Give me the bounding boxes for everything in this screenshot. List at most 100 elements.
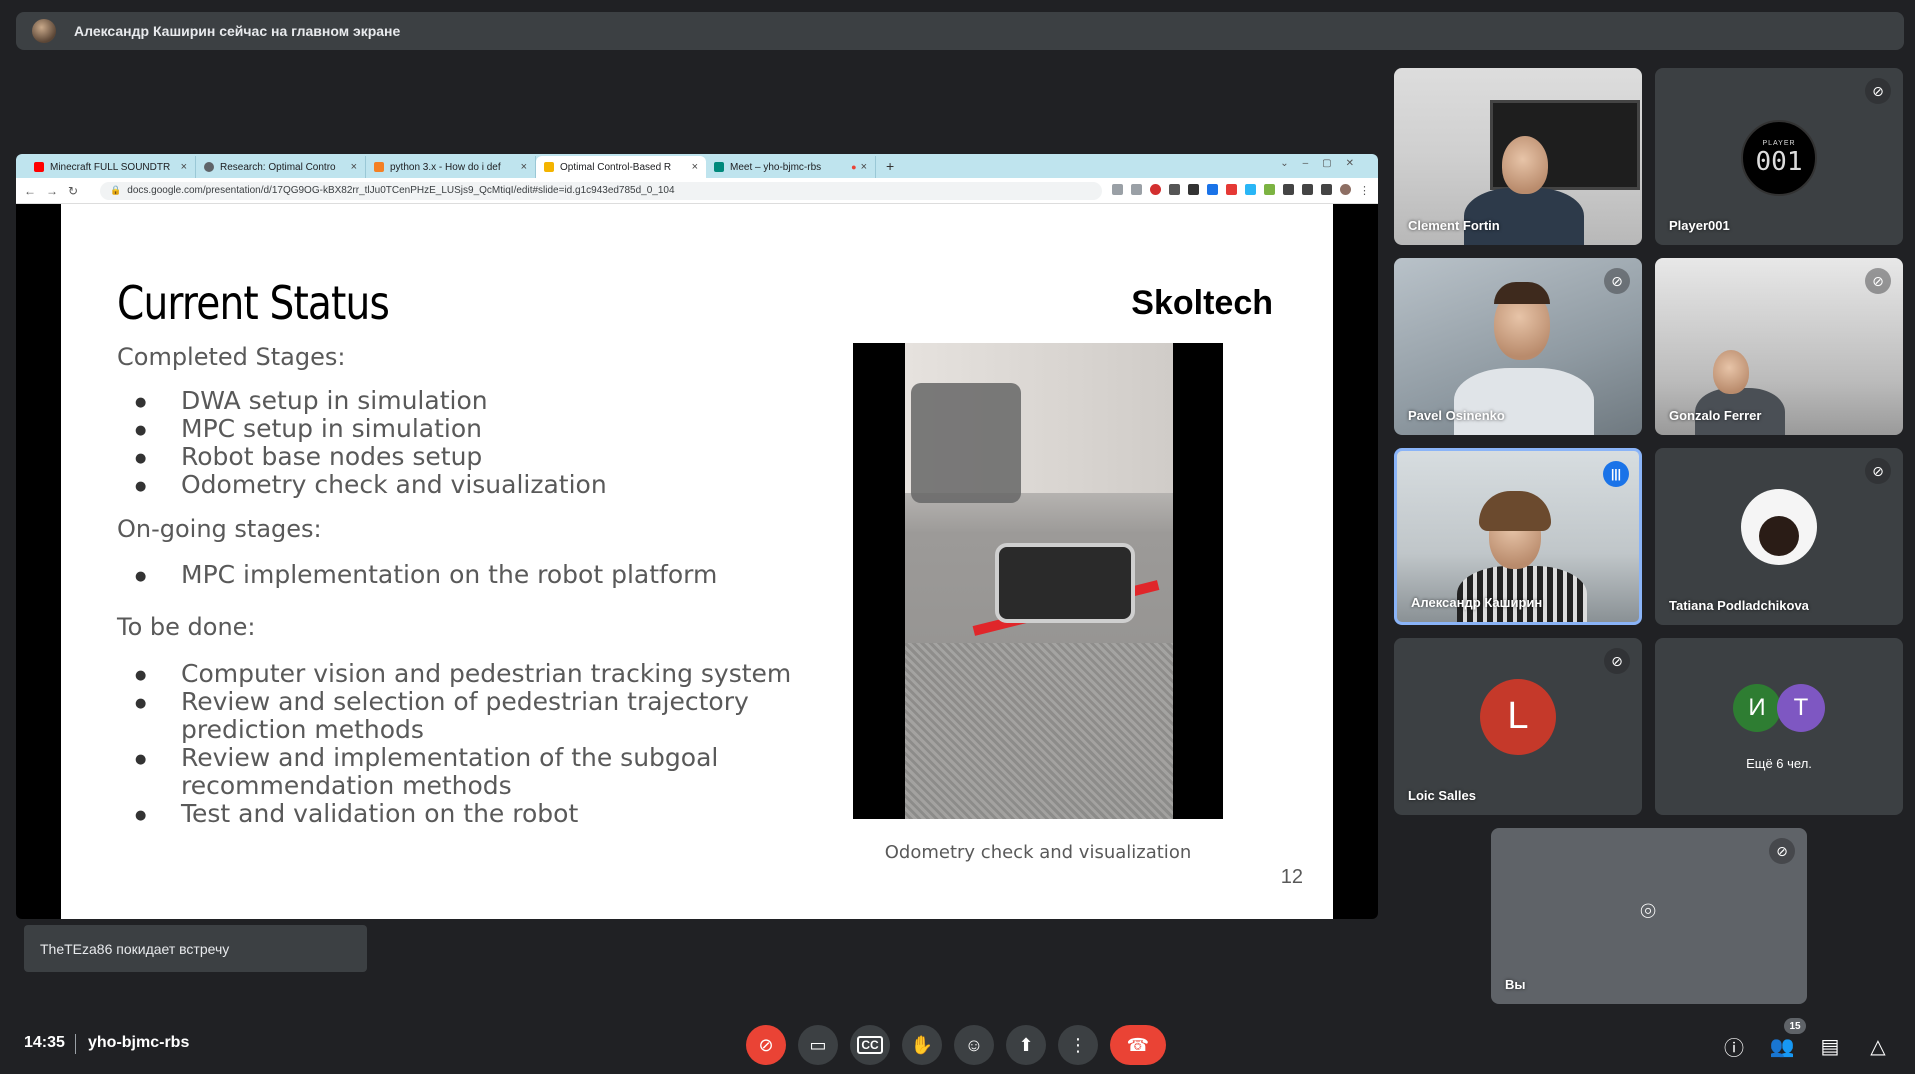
extension-icon[interactable] xyxy=(1188,184,1199,195)
hand-icon: ✋ xyxy=(910,1034,934,1055)
shield-icon[interactable] xyxy=(1207,184,1218,195)
puzzle-icon[interactable] xyxy=(1283,184,1294,195)
star-icon[interactable] xyxy=(1131,184,1142,195)
browser-tab[interactable]: Research: Optimal Contro × xyxy=(196,156,366,178)
ongoing-heading: On-going stages: xyxy=(117,515,322,543)
more-participants-tile[interactable]: И T Ещё 6 чел. xyxy=(1655,638,1903,815)
url-text: docs.google.com/presentation/d/17QG9OG-k… xyxy=(127,185,675,196)
bullet-item: Review and selection of pedestrian traje… xyxy=(135,688,749,719)
more-options-button[interactable]: ⋮ xyxy=(1058,1025,1098,1065)
photo-caption: Odometry check and visualization xyxy=(884,842,1192,863)
close-icon[interactable]: × xyxy=(351,161,357,173)
participant-avatar: T xyxy=(1777,684,1825,732)
address-bar-row: ←→↻ 🔒 docs.google.com/presentation/d/17Q… xyxy=(16,178,1378,204)
participant-tile[interactable]: ⊘ Tatiana Podladchikova xyxy=(1655,448,1903,625)
bullet-item: Review and implementation of the subgoal xyxy=(135,744,718,775)
meeting-info-button[interactable]: ⓘ xyxy=(1720,1032,1748,1060)
bullet-item: Robot base nodes setup xyxy=(135,443,482,474)
present-icon: ⬆ xyxy=(1018,1034,1034,1055)
extension-icon[interactable] xyxy=(1264,184,1275,195)
new-tab-icon[interactable]: + xyxy=(886,158,894,174)
youtube-icon xyxy=(34,162,44,172)
nav-buttons[interactable]: ←→↻ xyxy=(24,184,88,198)
sidepanel-icon[interactable] xyxy=(1321,184,1332,195)
divider xyxy=(75,1034,76,1054)
participant-name: Александр Каширин xyxy=(1411,595,1543,610)
profile-icon[interactable] xyxy=(1340,184,1351,195)
browser-tab[interactable]: python 3.x - How do i def × xyxy=(366,156,536,178)
captions-icon: CC xyxy=(857,1036,883,1054)
self-tile[interactable]: ⌾ ⊘ Вы xyxy=(1491,828,1807,1004)
participant-avatar: L xyxy=(1480,678,1556,755)
meet-icon xyxy=(714,162,724,172)
browser-tab[interactable]: Meet – yho-bjmc-rbs ● × xyxy=(706,156,876,178)
tab-title: Minecraft FULL SOUNDTR xyxy=(50,161,171,173)
tab-title: Optimal Control-Based R xyxy=(560,161,672,173)
participant-name: Tatiana Podladchikova xyxy=(1669,598,1809,613)
close-icon[interactable]: × xyxy=(692,161,698,173)
bullet-item: MPC implementation on the robot platform xyxy=(135,561,717,592)
browser-tabbar: Minecraft FULL SOUNDTR × Research: Optim… xyxy=(16,154,1378,178)
participant-name: Вы xyxy=(1505,977,1526,992)
camera-toggle-button[interactable]: ▭ xyxy=(798,1025,838,1065)
participant-tile[interactable]: ⊘ Gonzalo Ferrer xyxy=(1655,258,1903,435)
participant-tile[interactable]: PLAYER 001 ⊘ Player001 xyxy=(1655,68,1903,245)
present-button[interactable]: ⬆ xyxy=(1006,1025,1046,1065)
presenter-avatar xyxy=(32,19,56,43)
more-vert-icon: ⋮ xyxy=(1069,1034,1087,1055)
emoji-icon: ☺ xyxy=(964,1034,984,1055)
lock-icon: 🔒 xyxy=(110,185,122,195)
people-icon: 👥 xyxy=(1769,1035,1795,1058)
bullet-item: Test and validation on the robot xyxy=(135,800,578,831)
participant-tile-active[interactable]: ||| Александр Каширин xyxy=(1394,448,1642,625)
close-icon[interactable]: × xyxy=(181,161,187,173)
chat-icon: ▤ xyxy=(1820,1035,1840,1058)
clock: 14:35 xyxy=(24,1034,65,1051)
extension-icon[interactable] xyxy=(1245,184,1256,195)
participant-name: Pavel Osinenko xyxy=(1408,408,1505,423)
raise-hand-button[interactable]: ✋ xyxy=(902,1025,942,1065)
bullet-item-continued: prediction methods xyxy=(181,715,424,744)
mic-off-icon: ⊘ xyxy=(1769,838,1795,864)
slide: Current Status Skoltech Completed Stages… xyxy=(61,204,1333,919)
window-controls[interactable]: ⌄–▢✕ xyxy=(1280,158,1368,169)
playlist-icon[interactable] xyxy=(1302,184,1313,195)
todo-heading: To be done: xyxy=(117,613,256,641)
research-icon xyxy=(204,162,214,172)
bullet-item: Computer vision and pedestrian tracking … xyxy=(135,660,791,691)
mic-toggle-button[interactable]: ⊘ xyxy=(746,1025,786,1065)
camera-icon: ▭ xyxy=(809,1034,827,1055)
participant-avatar xyxy=(1741,488,1817,565)
menu-icon[interactable]: ⋮ xyxy=(1359,184,1370,197)
activities-button[interactable]: △ xyxy=(1864,1032,1892,1060)
recording-icon: ● xyxy=(851,162,857,172)
page-number: 12 xyxy=(1280,866,1303,888)
tab-title: Research: Optimal Contro xyxy=(220,161,336,173)
completed-heading: Completed Stages: xyxy=(117,343,346,371)
mic-off-icon: ⊘ xyxy=(1604,268,1630,294)
chat-button[interactable]: ▤ xyxy=(1816,1032,1844,1060)
meeting-code: yho-bjmc-rbs xyxy=(88,1034,190,1051)
share-icon[interactable] xyxy=(1112,184,1123,195)
stackoverflow-icon xyxy=(374,162,384,172)
tab-title: Meet – yho-bjmc-rbs xyxy=(730,161,822,173)
browser-tab-active[interactable]: Optimal Control-Based R × xyxy=(536,156,706,178)
extension-icon[interactable] xyxy=(1226,184,1237,195)
address-bar[interactable]: 🔒 docs.google.com/presentation/d/17QG9OG… xyxy=(100,181,1102,200)
slide-title: Current Status xyxy=(117,276,390,330)
opera-icon[interactable] xyxy=(1150,184,1161,195)
people-button[interactable]: 👥 xyxy=(1768,1032,1796,1060)
close-icon[interactable]: × xyxy=(521,161,527,173)
leave-call-button[interactable]: ☎ xyxy=(1110,1025,1166,1065)
participant-tile[interactable]: L ⊘ Loic Salles xyxy=(1394,638,1642,815)
extensions: ⋮ xyxy=(1112,184,1370,197)
extension-icon[interactable] xyxy=(1169,184,1180,195)
camera-off-icon: ⌾ xyxy=(1640,896,1656,926)
captions-button[interactable]: CC xyxy=(850,1025,890,1065)
bullet-item: DWA setup in simulation xyxy=(135,387,488,418)
participant-tile[interactable]: ⊘ Pavel Osinenko xyxy=(1394,258,1642,435)
browser-tab[interactable]: Minecraft FULL SOUNDTR × xyxy=(26,156,196,178)
reactions-button[interactable]: ☺ xyxy=(954,1025,994,1065)
participant-tile[interactable]: Clement Fortin xyxy=(1394,68,1642,245)
close-icon[interactable]: × xyxy=(861,161,867,173)
